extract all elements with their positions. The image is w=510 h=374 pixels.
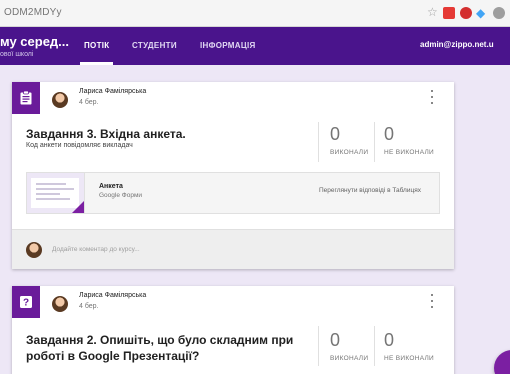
post-card: ? Лариса Фамілярська 4 бер. Завдання 2. … <box>12 286 454 374</box>
add-button[interactable] <box>494 350 510 374</box>
attachment-subtitle: Google Форми <box>99 192 143 199</box>
not-done-count[interactable]: 0 <box>384 124 394 145</box>
form-thumbnail <box>27 173 85 213</box>
app-bar: му серед... ової школі ПОТІК СТУДЕНТИ ІН… <box>0 27 510 65</box>
profile-icon[interactable] <box>493 7 505 19</box>
post-author: Лариса Фамілярська <box>79 88 147 95</box>
assignment-title[interactable]: Завдання 2. Опишіть, що було складним пр… <box>26 332 326 364</box>
more-vert-icon[interactable] <box>428 90 436 104</box>
attachment-title[interactable]: Анкета <box>99 183 123 190</box>
extension-icon[interactable] <box>443 7 455 19</box>
avatar <box>52 92 68 108</box>
account-email[interactable]: admin@zippo.net.u <box>420 40 494 49</box>
svg-text:?: ? <box>23 298 29 309</box>
stats-divider <box>318 326 319 366</box>
avatar <box>26 242 42 258</box>
adblock-icon[interactable] <box>460 7 472 19</box>
question-icon: ? <box>12 286 40 318</box>
not-done-label[interactable]: НЕ ВИКОНАЛИ <box>384 149 434 156</box>
post-card: Лариса Фамілярська 4 бер. Завдання 3. Вх… <box>12 82 454 269</box>
not-done-count[interactable]: 0 <box>384 330 394 351</box>
not-done-label[interactable]: НЕ ВИКОНАЛИ <box>384 355 434 362</box>
form-attachment[interactable]: Анкета Google Форми Переглянути відповід… <box>26 172 440 214</box>
stats-divider <box>374 326 375 366</box>
tab-info[interactable]: ІНФОРМАЦІЯ <box>200 27 256 65</box>
post-date: 4 бер. <box>79 99 99 106</box>
done-label[interactable]: ВИКОНАЛИ <box>330 149 368 156</box>
diamond-icon[interactable]: ◆ <box>476 7 488 19</box>
done-label[interactable]: ВИКОНАЛИ <box>330 355 368 362</box>
url-text[interactable]: ODM2MDYy <box>4 7 62 18</box>
view-responses-link[interactable]: Переглянути відповіді в Таблицях <box>319 187 421 194</box>
stats-divider <box>374 122 375 162</box>
post-date: 4 бер. <box>79 303 99 310</box>
post-author: Лариса Фамілярська <box>79 292 147 299</box>
done-count[interactable]: 0 <box>330 124 340 145</box>
assignment-note: Код анкети повідомляє викладач <box>26 142 133 149</box>
stats-divider <box>318 122 319 162</box>
avatar <box>52 296 68 312</box>
done-count[interactable]: 0 <box>330 330 340 351</box>
tab-students[interactable]: СТУДЕНТИ <box>132 27 177 65</box>
more-vert-icon[interactable] <box>428 294 436 308</box>
class-subtitle: ової школі <box>0 51 34 58</box>
tab-stream[interactable]: ПОТІК <box>79 27 115 65</box>
browser-toolbar: ODM2MDYy ☆ ◆ <box>0 0 510 27</box>
comment-input[interactable]: Додайте коментар до курсу... <box>52 246 140 253</box>
assignment-title[interactable]: Завдання 3. Вхідна анкета. <box>26 126 186 142</box>
assignment-icon <box>12 82 40 114</box>
star-icon[interactable]: ☆ <box>427 6 439 18</box>
class-name[interactable]: му серед... <box>0 34 69 49</box>
comment-bar[interactable]: Додайте коментар до курсу... <box>12 229 454 269</box>
